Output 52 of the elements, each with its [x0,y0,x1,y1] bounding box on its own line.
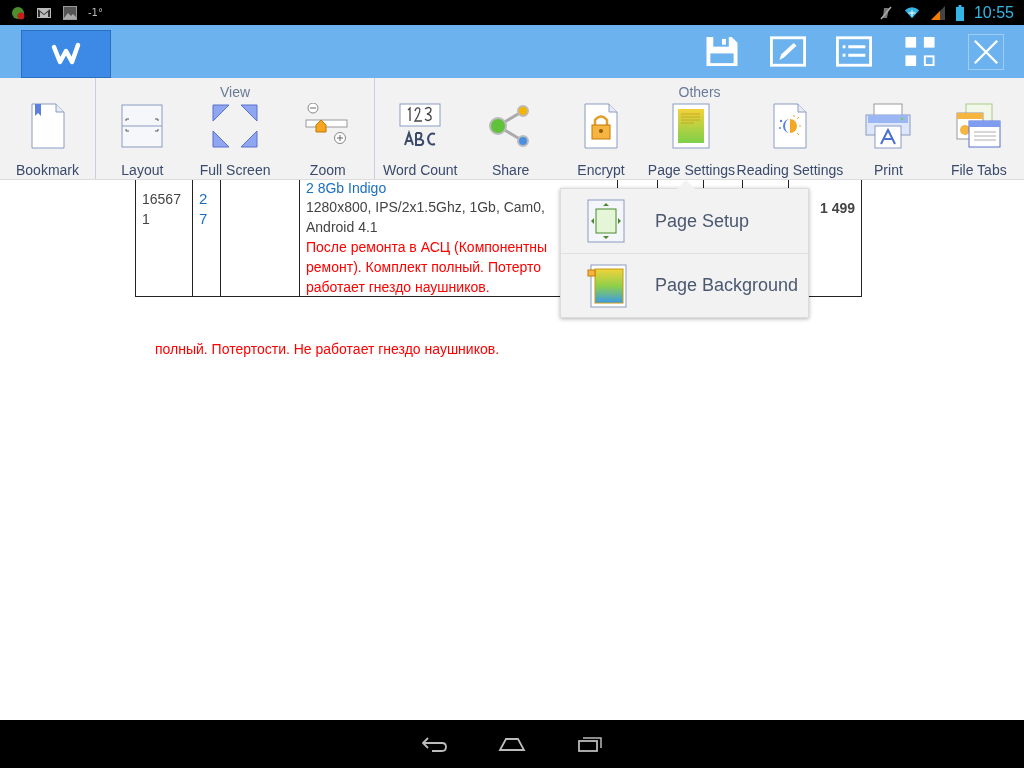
word-count-icon [397,103,444,149]
page-background-icon [587,263,627,308]
home-icon[interactable] [498,735,526,753]
group-title: Others [678,84,721,100]
spec-text: Android 4.1 [306,218,379,237]
group-title: View [220,84,251,100]
table-cell-text: 16567 1 [142,190,182,229]
page-layout-icon [120,103,165,149]
battery-icon [955,4,964,21]
menu-item[interactable]: Page Background [561,253,808,317]
toolbar-button[interactable]: Zoom [281,100,375,179]
save-icon[interactable] [704,36,740,67]
w-logo-icon [51,42,81,66]
toolbar-button[interactable]: Page Settings [646,100,737,179]
menu-item[interactable]: Page Setup [561,189,808,253]
note-text: После ремонта в АСЦ (Компонентны [306,238,549,257]
toolbar-button[interactable]: Share [465,100,556,179]
spec-text: 1280x800, IPS/2x1.5Ghz, 1Gb, Cam0, [306,198,546,217]
price-cell: 1 499 [819,200,855,216]
back-icon[interactable] [420,735,448,753]
mute-icon [877,4,894,21]
edit-icon[interactable] [770,36,806,67]
toolbar-button[interactable]: Word Count [375,100,466,179]
app-logo-button[interactable] [21,30,111,78]
wifi-icon [903,4,920,21]
note-text: работает гнездо наушников. [306,278,491,297]
toolbar-button[interactable]: Print [843,100,934,179]
recent-apps-icon[interactable] [576,735,604,753]
temperature: -1° [88,7,103,18]
close-icon [972,37,1000,66]
toolbar-button[interactable]: Reading Settings [736,100,844,179]
printer-icon [865,103,912,149]
expand-corners-icon [211,103,260,149]
clock: 10:55 [973,3,1014,22]
grid-icon[interactable] [902,36,938,67]
toolbar-button[interactable]: Full Screen [188,100,282,179]
product-title: 2 8Gb Indigo [306,180,388,197]
toolbar-button[interactable]: Layout [96,100,189,179]
note-text: полный. Потертости. Не работает гнездо наушников. [155,341,501,357]
toolbar-button[interactable]: Encrypt [555,100,647,179]
note-text: ремонт). Комплект полный. Потерто [306,258,542,277]
table-cell-text: 2 7 [199,189,209,229]
close-button[interactable] [968,33,1004,70]
file-tabs-icon [955,103,1002,149]
list-icon[interactable] [836,36,872,67]
page-resize-icon [587,199,625,243]
page-settings-icon [672,103,711,149]
toolbar-button[interactable]: File Tabs [933,100,1024,179]
signal-icon [929,4,946,21]
image-icon [62,4,78,21]
app-icon [10,4,26,21]
toolbar-button[interactable]: Bookmark [0,100,95,179]
